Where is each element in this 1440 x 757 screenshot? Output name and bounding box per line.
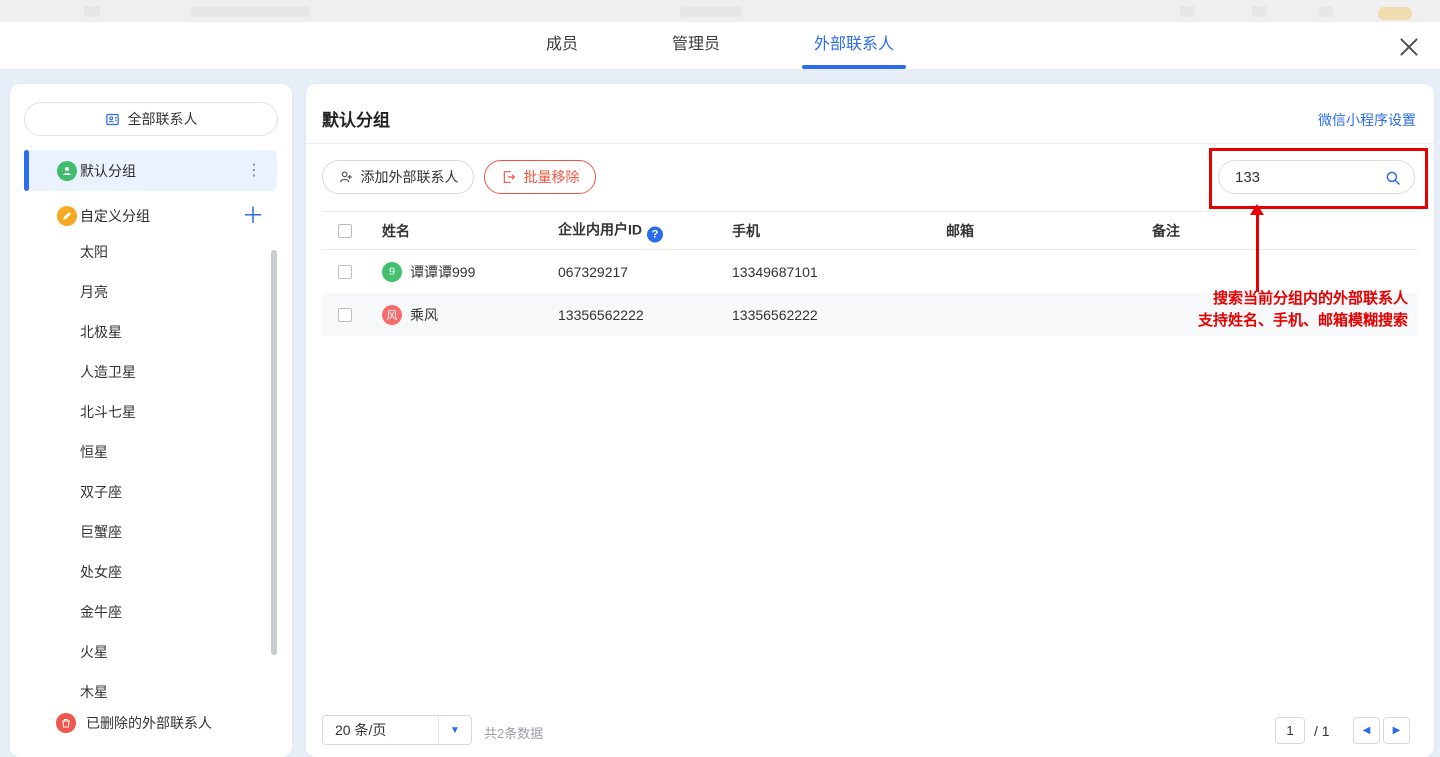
sidebar-item-group[interactable]: 月亮 — [24, 272, 269, 312]
tab-admins[interactable]: 管理员 — [668, 22, 724, 70]
background-avatar — [1378, 7, 1412, 20]
page-number-input[interactable] — [1275, 717, 1305, 744]
column-header-remark: 备注 — [1152, 221, 1180, 241]
row-checkbox[interactable] — [338, 265, 352, 279]
sidebar-item-group[interactable]: 金牛座 — [24, 592, 269, 632]
select-all-checkbox[interactable] — [338, 224, 352, 238]
contact-book-icon — [105, 112, 120, 127]
tab-bar: 成员 管理员 外部联系人 — [0, 22, 1440, 70]
arrow-left-icon: ◀ — [1363, 725, 1371, 736]
tab-external-contacts[interactable]: 外部联系人 — [810, 22, 898, 70]
trash-icon — [56, 713, 76, 733]
page-size-value: 20 条/页 — [323, 720, 438, 740]
search-box — [1218, 160, 1415, 194]
contact-mobile: 13356562222 — [732, 307, 818, 323]
sidebar-item-label: 自定义分组 — [80, 206, 150, 226]
screen: 成员 管理员 外部联系人 全部联系人 默认分组 ⋮ 自定义分组 ＋ — [0, 0, 1440, 757]
sidebar-item-group[interactable]: 处女座 — [24, 552, 269, 592]
background-page-strip — [0, 0, 1440, 22]
chevron-down-icon: ▼ — [439, 725, 471, 736]
contact-userid: 067329217 — [558, 264, 628, 280]
sidebar-item-label: 默认分组 — [80, 161, 136, 181]
arrow-right-icon: ▶ — [1393, 725, 1401, 736]
background-icon — [1252, 6, 1267, 17]
column-header-mobile: 手机 — [732, 221, 760, 241]
add-button-label: 添加外部联系人 — [361, 167, 459, 187]
sidebar-scrollbar[interactable] — [271, 250, 277, 655]
remove-button-label: 批量移除 — [524, 167, 580, 187]
background-icon — [1180, 6, 1195, 17]
sidebar-item-group[interactable]: 北极星 — [24, 312, 269, 352]
all-contacts-label: 全部联系人 — [128, 109, 198, 129]
column-header-email: 邮箱 — [946, 221, 974, 241]
sidebar-item-group[interactable]: 恒星 — [24, 432, 269, 472]
background-logo — [84, 6, 100, 17]
contact-name: 乘风 — [410, 305, 438, 325]
row-checkbox[interactable] — [338, 308, 352, 322]
sidebar-item-group[interactable]: 北斗七星 — [24, 392, 269, 432]
sidebar-item-group[interactable]: 巨蟹座 — [24, 512, 269, 552]
page-total-label: / 1 — [1314, 723, 1330, 739]
background-icon — [1318, 6, 1333, 17]
avatar: 9 — [382, 262, 402, 282]
search-icon[interactable] — [1384, 169, 1402, 187]
next-page-button[interactable]: ▶ — [1383, 717, 1410, 744]
table-row[interactable]: 9 谭谭谭999 067329217 13349687101 — [322, 250, 1418, 293]
main-panel: 默认分组 微信小程序设置 添加外部联系人 批量移除 姓名 企业内用户ID? 手机… — [306, 84, 1434, 757]
sidebar-item-group[interactable]: 火星 — [24, 632, 269, 672]
close-icon[interactable] — [1396, 34, 1422, 60]
contacts-table: 姓名 企业内用户ID? 手机 邮箱 备注 9 谭谭谭999 067329217 … — [322, 211, 1418, 336]
column-header-name: 姓名 — [382, 221, 410, 241]
background-text — [190, 6, 310, 17]
contact-mobile: 13349687101 — [732, 264, 818, 280]
pencil-icon — [57, 206, 77, 226]
column-header-userid: 企业内用户ID? — [558, 219, 663, 242]
dialog-header: 成员 管理员 外部联系人 — [0, 22, 1440, 70]
page-title: 默认分组 — [322, 106, 390, 131]
table-row[interactable]: 风 乘风 13356562222 13356562222 — [322, 293, 1418, 336]
tab-members[interactable]: 成员 — [542, 22, 582, 70]
help-icon[interactable]: ? — [647, 226, 663, 242]
search-input[interactable] — [1235, 162, 1385, 192]
sidebar-item-deleted-contacts[interactable]: 已删除的外部联系人 — [24, 706, 277, 740]
remove-export-icon — [501, 169, 517, 185]
sidebar-item-group[interactable]: 双子座 — [24, 472, 269, 512]
add-group-icon[interactable]: ＋ — [242, 205, 264, 227]
divider — [306, 143, 1434, 144]
contact-userid: 13356562222 — [558, 307, 644, 323]
sidebar-item-group[interactable]: 人造卫星 — [24, 352, 269, 392]
total-count-label: 共2条数据 — [484, 723, 543, 742]
person-icon — [57, 161, 77, 181]
sidebar-item-default-group[interactable]: 默认分组 ⋮ — [24, 150, 277, 191]
background-text — [680, 6, 742, 17]
add-person-icon — [338, 169, 354, 185]
sidebar: 全部联系人 默认分组 ⋮ 自定义分组 ＋ 太阳 月亮 北极星 人造卫星 北斗七星… — [10, 84, 292, 757]
sidebar-item-group[interactable]: 太阳 — [24, 232, 269, 272]
page-size-select[interactable]: 20 条/页 ▼ — [322, 715, 472, 745]
deleted-contacts-label: 已删除的外部联系人 — [86, 713, 212, 733]
miniprogram-settings-link[interactable]: 微信小程序设置 — [1318, 110, 1416, 130]
batch-remove-button[interactable]: 批量移除 — [484, 160, 596, 194]
all-contacts-button[interactable]: 全部联系人 — [24, 102, 278, 136]
contact-name: 谭谭谭999 — [410, 262, 475, 282]
more-options-icon[interactable]: ⋮ — [246, 163, 262, 179]
prev-page-button[interactable]: ◀ — [1353, 717, 1380, 744]
avatar: 风 — [382, 305, 402, 325]
table-header-row: 姓名 企业内用户ID? 手机 邮箱 备注 — [322, 211, 1418, 250]
sidebar-item-custom-group[interactable]: 自定义分组 ＋ — [24, 196, 277, 236]
add-external-contact-button[interactable]: 添加外部联系人 — [322, 160, 474, 194]
active-indicator — [24, 150, 29, 191]
